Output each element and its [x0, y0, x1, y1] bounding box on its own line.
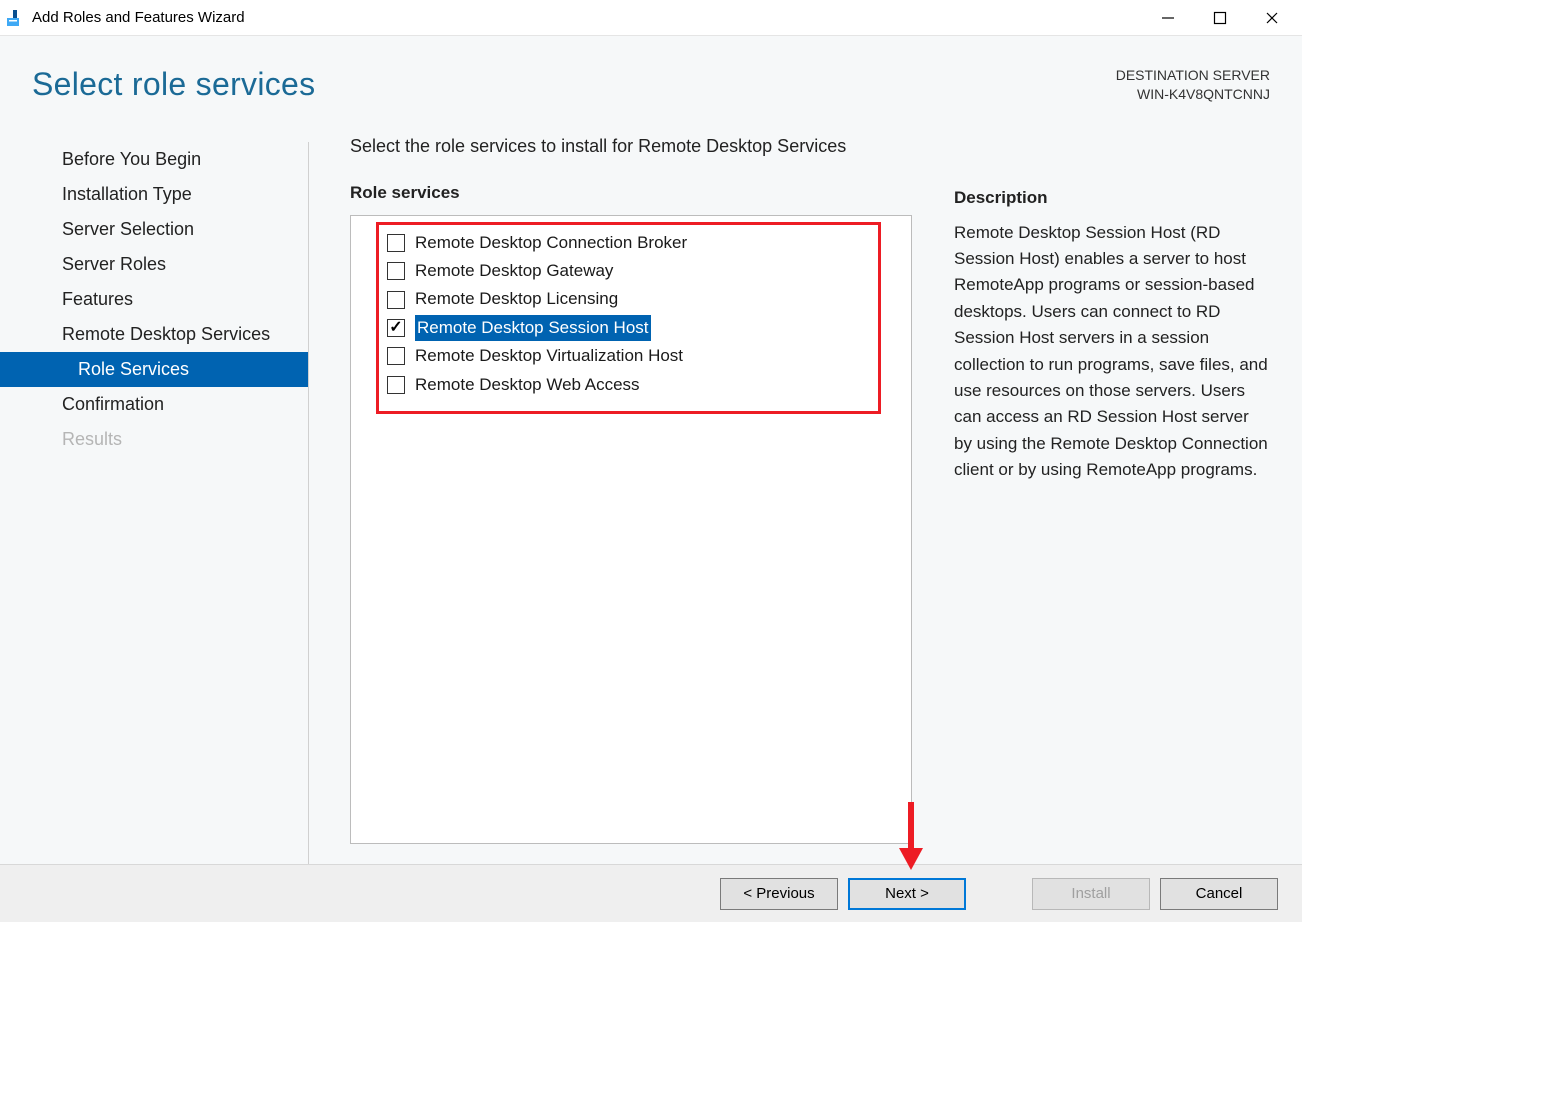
checkbox[interactable]: [387, 262, 405, 280]
sidebar-item-installation-type[interactable]: Installation Type: [0, 177, 309, 212]
minimize-button[interactable]: [1142, 1, 1194, 35]
annotation-highlight: Remote Desktop Connection Broker Remote …: [376, 222, 881, 414]
role-services-heading: Role services: [350, 183, 912, 203]
next-button[interactable]: Next >: [848, 878, 966, 910]
titlebar: Add Roles and Features Wizard: [0, 0, 1302, 36]
checkbox[interactable]: [387, 234, 405, 252]
description-column: Description Remote Desktop Session Host …: [954, 136, 1270, 844]
role-label: Remote Desktop Licensing: [415, 286, 618, 312]
window-controls: [1142, 1, 1298, 35]
sidebar: Before You Begin Installation Type Serve…: [0, 114, 310, 864]
main-panel: Select the role services to install for …: [310, 114, 1302, 864]
sidebar-item-confirmation[interactable]: Confirmation: [0, 387, 309, 422]
sidebar-item-server-selection[interactable]: Server Selection: [0, 212, 309, 247]
description-text: Remote Desktop Session Host (RD Session …: [954, 220, 1270, 483]
role-item-gateway[interactable]: Remote Desktop Gateway: [385, 257, 872, 285]
sidebar-item-results: Results: [0, 422, 309, 457]
role-item-licensing[interactable]: Remote Desktop Licensing: [385, 285, 872, 313]
header: Select role services DESTINATION SERVER …: [0, 36, 1302, 114]
prompt-text: Select the role services to install for …: [350, 136, 912, 157]
previous-button[interactable]: < Previous: [720, 878, 838, 910]
role-label: Remote Desktop Web Access: [415, 372, 640, 398]
role-item-virtualization-host[interactable]: Remote Desktop Virtualization Host: [385, 342, 872, 370]
content: Before You Begin Installation Type Serve…: [0, 114, 1302, 864]
cancel-button[interactable]: Cancel: [1160, 878, 1278, 910]
sidebar-item-before-you-begin[interactable]: Before You Begin: [0, 142, 309, 177]
checkbox[interactable]: [387, 347, 405, 365]
server-manager-icon: [6, 8, 26, 28]
destination-info: DESTINATION SERVER WIN-K4V8QNTCNNJ: [1116, 66, 1270, 104]
sidebar-item-features[interactable]: Features: [0, 282, 309, 317]
install-button: Install: [1032, 878, 1150, 910]
description-heading: Description: [954, 188, 1270, 208]
role-item-connection-broker[interactable]: Remote Desktop Connection Broker: [385, 229, 872, 257]
footer: < Previous Next > Install Cancel: [0, 864, 1302, 922]
sidebar-item-remote-desktop-services[interactable]: Remote Desktop Services: [0, 317, 309, 352]
role-label: Remote Desktop Gateway: [415, 258, 613, 284]
close-button[interactable]: [1246, 1, 1298, 35]
maximize-button[interactable]: [1194, 1, 1246, 35]
sidebar-item-role-services[interactable]: Role Services: [0, 352, 309, 387]
role-services-column: Select the role services to install for …: [350, 136, 912, 844]
checkbox[interactable]: [387, 291, 405, 309]
role-services-list: Remote Desktop Connection Broker Remote …: [350, 215, 912, 844]
destination-server: WIN-K4V8QNTCNNJ: [1116, 85, 1270, 104]
role-label: Remote Desktop Session Host: [415, 315, 651, 341]
role-item-web-access[interactable]: Remote Desktop Web Access: [385, 371, 872, 399]
checkbox[interactable]: [387, 376, 405, 394]
sidebar-item-server-roles[interactable]: Server Roles: [0, 247, 309, 282]
role-label: Remote Desktop Virtualization Host: [415, 343, 683, 369]
role-label: Remote Desktop Connection Broker: [415, 230, 687, 256]
window-title: Add Roles and Features Wizard: [32, 9, 245, 26]
page-title: Select role services: [32, 66, 315, 103]
checkbox-checked[interactable]: [387, 319, 405, 337]
destination-label: DESTINATION SERVER: [1116, 66, 1270, 85]
role-item-session-host[interactable]: Remote Desktop Session Host: [385, 314, 872, 342]
